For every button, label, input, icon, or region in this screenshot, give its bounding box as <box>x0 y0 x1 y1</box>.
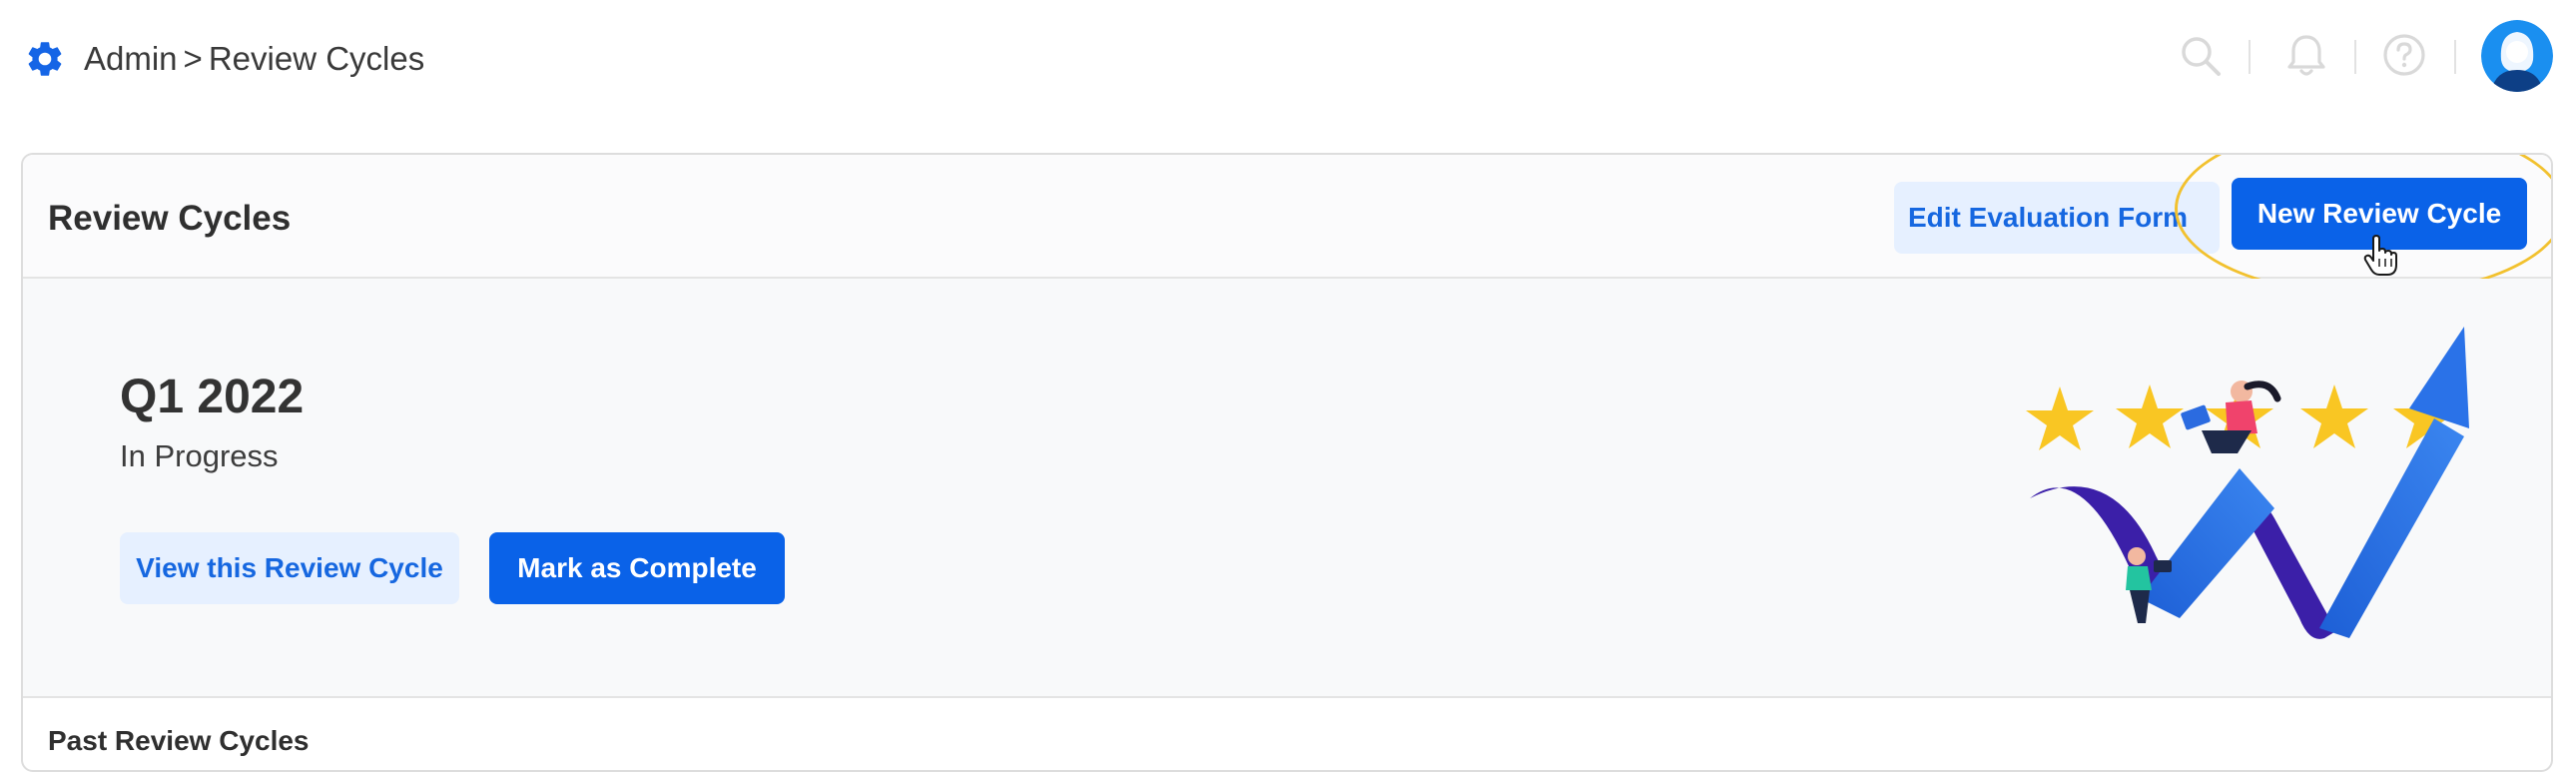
card-header: Review Cycles Edit Evaluation Form New R… <box>23 155 2551 297</box>
gear-icon[interactable] <box>24 38 66 80</box>
breadcrumb-admin[interactable]: Admin <box>84 40 178 77</box>
bell-icon[interactable] <box>2286 33 2326 79</box>
cycle-name: Q1 2022 <box>120 371 305 423</box>
view-review-cycle-button[interactable]: View this Review Cycle <box>120 532 459 604</box>
current-cycle-section: Q1 2022 In Progress View this Review Cyc… <box>23 279 2551 698</box>
edit-evaluation-form-button[interactable]: Edit Evaluation Form <box>1894 182 2220 254</box>
breadcrumb-separator: > <box>183 40 203 77</box>
avatar[interactable] <box>2481 20 2553 92</box>
past-review-cycles-title: Past Review Cycles <box>48 725 310 756</box>
top-bar: Admin > Review Cycles <box>0 0 2576 118</box>
card-title: Review Cycles <box>48 199 292 238</box>
growth-illustration <box>2026 327 2469 639</box>
topbar-divider <box>2354 40 2356 74</box>
review-cycles-card: Review Cycles Edit Evaluation Form New R… <box>21 153 2553 772</box>
topbar-divider <box>2249 40 2251 74</box>
help-icon[interactable] <box>2382 33 2426 77</box>
breadcrumb: Admin > Review Cycles <box>84 38 424 80</box>
topbar-divider <box>2454 40 2456 74</box>
hand-cursor-icon <box>2363 235 2397 276</box>
mark-as-complete-button[interactable]: Mark as Complete <box>489 532 785 604</box>
search-icon[interactable] <box>2180 35 2222 77</box>
breadcrumb-current: Review Cycles <box>208 40 425 77</box>
cycle-status: In Progress <box>120 438 279 473</box>
